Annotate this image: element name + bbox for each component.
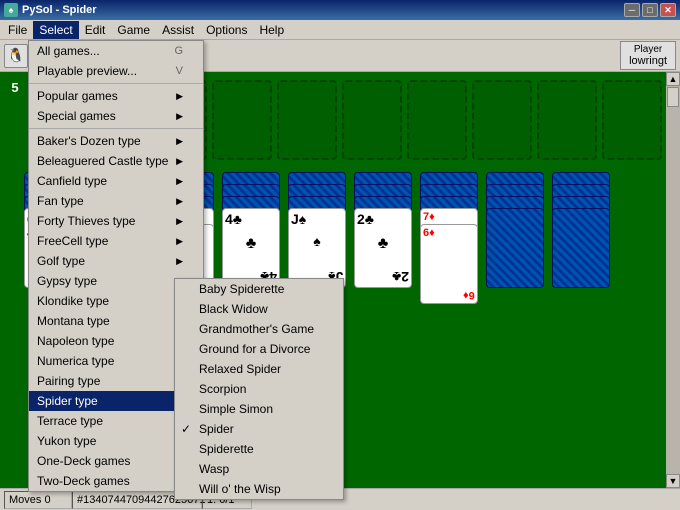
menu-options[interactable]: Options (200, 21, 253, 39)
menu-bar: File Select Edit Game Assist Options Hel… (0, 20, 680, 40)
dropdown-playable-preview[interactable]: Playable preview... V (29, 61, 203, 81)
player-box: Player lowringt (620, 41, 676, 70)
dropdown-bakers-dozen[interactable]: Baker's Dozen type ▶ (29, 131, 203, 151)
submenu-grandmothers-game[interactable]: Grandmother's Game (175, 319, 343, 339)
submenu-ground-for-divorce[interactable]: Ground for a Divorce (175, 339, 343, 359)
dropdown-forty-thieves[interactable]: Forty Thieves type ▶ (29, 211, 203, 231)
minimize-button[interactable]: ─ (624, 3, 640, 17)
close-button[interactable]: ✕ (660, 3, 676, 17)
submenu-scorpion[interactable]: Scorpion (175, 379, 343, 399)
scroll-down-button[interactable]: ▼ (666, 474, 680, 488)
dropdown-all-games[interactable]: All games... G (29, 41, 203, 61)
dropdown-popular[interactable]: Popular games ▶ (29, 86, 203, 106)
dropdown-special[interactable]: Special games ▶ (29, 106, 203, 126)
player-name: lowringt (629, 55, 667, 67)
deck-area: 5 (8, 80, 22, 95)
menu-edit[interactable]: Edit (79, 21, 112, 39)
dropdown-golf[interactable]: Golf type ▶ (29, 251, 203, 271)
submenu-wasp[interactable]: Wasp (175, 459, 343, 479)
deck-number: 5 (11, 80, 18, 95)
menu-game[interactable]: Game (111, 21, 156, 39)
foundation-4[interactable] (342, 80, 402, 160)
submenu-relaxed-spider[interactable]: Relaxed Spider (175, 359, 343, 379)
foundations (147, 80, 662, 160)
card-face[interactable]: 4♣ ♣ 4♣ (222, 208, 280, 288)
card-face[interactable]: 2♣ ♣ 2♣ (354, 208, 412, 288)
status-moves: Moves 0 (4, 491, 72, 509)
foundation-6[interactable] (472, 80, 532, 160)
dropdown-fan[interactable]: Fan type ▶ (29, 191, 203, 211)
foundation-3[interactable] (277, 80, 337, 160)
card-face[interactable]: J♠ ♠ J♠ (288, 208, 346, 288)
foundation-5[interactable] (407, 80, 467, 160)
foundation-8[interactable] (602, 80, 662, 160)
scrollbar[interactable]: ▲ ▼ (666, 72, 680, 488)
submenu-simple-simon[interactable]: Simple Simon (175, 399, 343, 419)
penguin-icon[interactable]: 🐧 (4, 44, 28, 68)
app-icon: ♠ (4, 3, 18, 17)
submenu-will-o-wisp[interactable]: Will o' the Wisp (175, 479, 343, 499)
menu-file[interactable]: File (2, 21, 33, 39)
submenu-spider[interactable]: ✓ Spider (175, 419, 343, 439)
spider-submenu: Baby Spiderette Black Widow Grandmother'… (174, 278, 344, 500)
title-bar: ♠ PySol - Spider ─ □ ✕ (0, 0, 680, 20)
scroll-up-button[interactable]: ▲ (666, 72, 680, 86)
card-back[interactable] (552, 208, 610, 288)
window-title: PySol - Spider (22, 4, 97, 16)
maximize-button[interactable]: □ (642, 3, 658, 17)
submenu-black-widow[interactable]: Black Widow (175, 299, 343, 319)
submenu-baby-spiderette[interactable]: Baby Spiderette (175, 279, 343, 299)
card-face[interactable]: 6♦ 6♦ (420, 224, 478, 304)
player-label: Player (629, 44, 667, 55)
dropdown-sep-2 (29, 128, 203, 129)
menu-help[interactable]: Help (253, 21, 290, 39)
card-back[interactable] (486, 208, 544, 288)
menu-assist[interactable]: Assist (156, 21, 200, 39)
submenu-spiderette[interactable]: Spiderette (175, 439, 343, 459)
dropdown-canfield[interactable]: Canfield type ▶ (29, 171, 203, 191)
foundation-2[interactable] (212, 80, 272, 160)
foundation-7[interactable] (537, 80, 597, 160)
dropdown-sep-1 (29, 83, 203, 84)
scroll-track (666, 86, 680, 474)
dropdown-beleaguered[interactable]: Beleaguered Castle type ▶ (29, 151, 203, 171)
scroll-thumb[interactable] (667, 87, 679, 107)
menu-select[interactable]: Select (33, 21, 78, 39)
dropdown-freecell[interactable]: FreeCell type ▶ (29, 231, 203, 251)
